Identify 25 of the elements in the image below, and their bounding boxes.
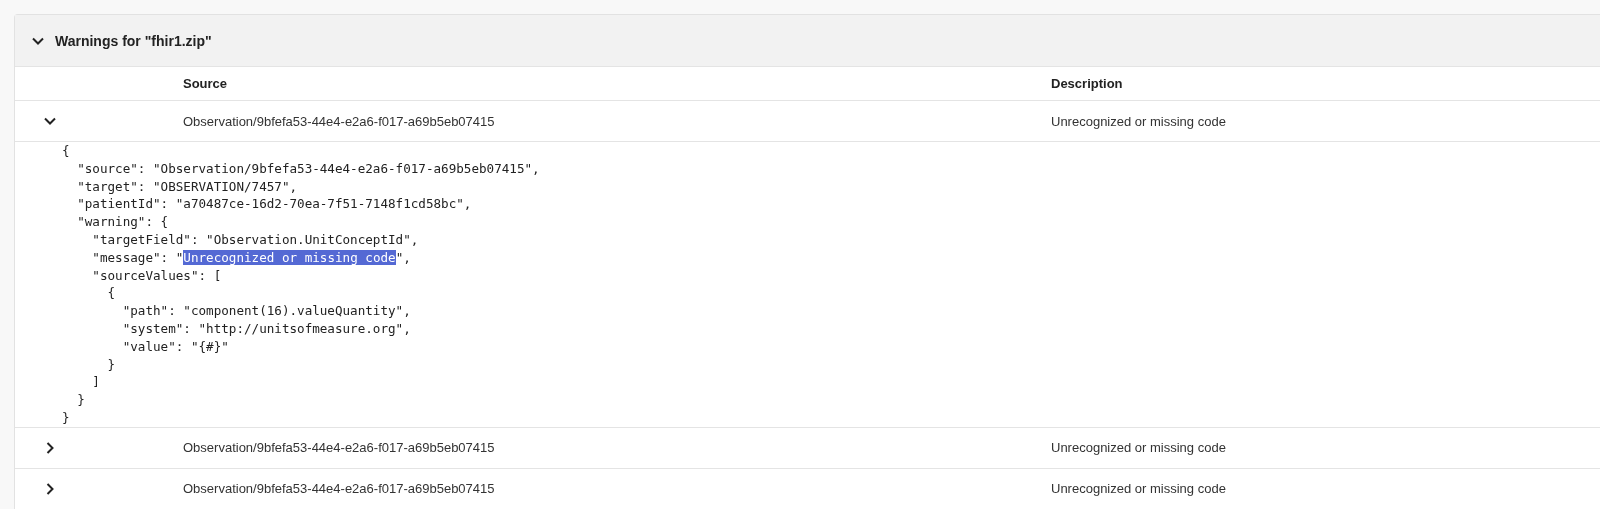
column-header: Source [183, 76, 229, 91]
code-line: } [76, 391, 86, 409]
table-cell-text: Unrecognized or missing code [1051, 440, 1227, 456]
panel-header[interactable]: Warnings for "fhir1.zip" [15, 15, 1600, 67]
code-line: "patientId": "a70487ce-16d2-70ea-7f51-7148f1cd58bc", [76, 195, 473, 214]
code-line: "target": "OBSERVATION/7457", [76, 177, 299, 196]
code-line: ] [91, 373, 101, 392]
panel-title: Warnings for "fhir1.zip" [55, 32, 212, 49]
code-line: } [62, 408, 71, 427]
code-line: "path": "component(16).valueQuantity", [121, 302, 412, 320]
code-line: "source": "Observation/9bfefa53-44e4-e2a6-f017-a69b5eb07415", [76, 159, 541, 178]
table-cell-text: Observation/9bfefa53-44e4-e2a6-f017-a69b5eb07415 [183, 440, 496, 456]
code-line: "warning": { [76, 213, 170, 231]
table-cell-text: Observation/9bfefa53-44e4-e2a6-f017-a69b5eb07415 [183, 481, 496, 497]
code-line: "system": "http://unitsofmeasure.org", [121, 319, 412, 338]
code-line: } [106, 355, 117, 374]
table-cell-text: Unrecognized or missing code [1051, 481, 1227, 497]
column-header: Description [1051, 76, 1124, 91]
table-cell-text: Observation/9bfefa53-44e4-e2a6-f017-a69b5eb07415 [183, 113, 496, 129]
code-line: "value": "{#}" [121, 337, 230, 356]
code-line: "sourceValues": [ [91, 266, 223, 285]
table-cell-text: Unrecognized or missing code [1051, 113, 1227, 129]
code-line: { [62, 142, 71, 160]
code-line: { [106, 284, 117, 303]
code-line: "targetField": "Observation.UnitConceptId", [91, 231, 420, 249]
